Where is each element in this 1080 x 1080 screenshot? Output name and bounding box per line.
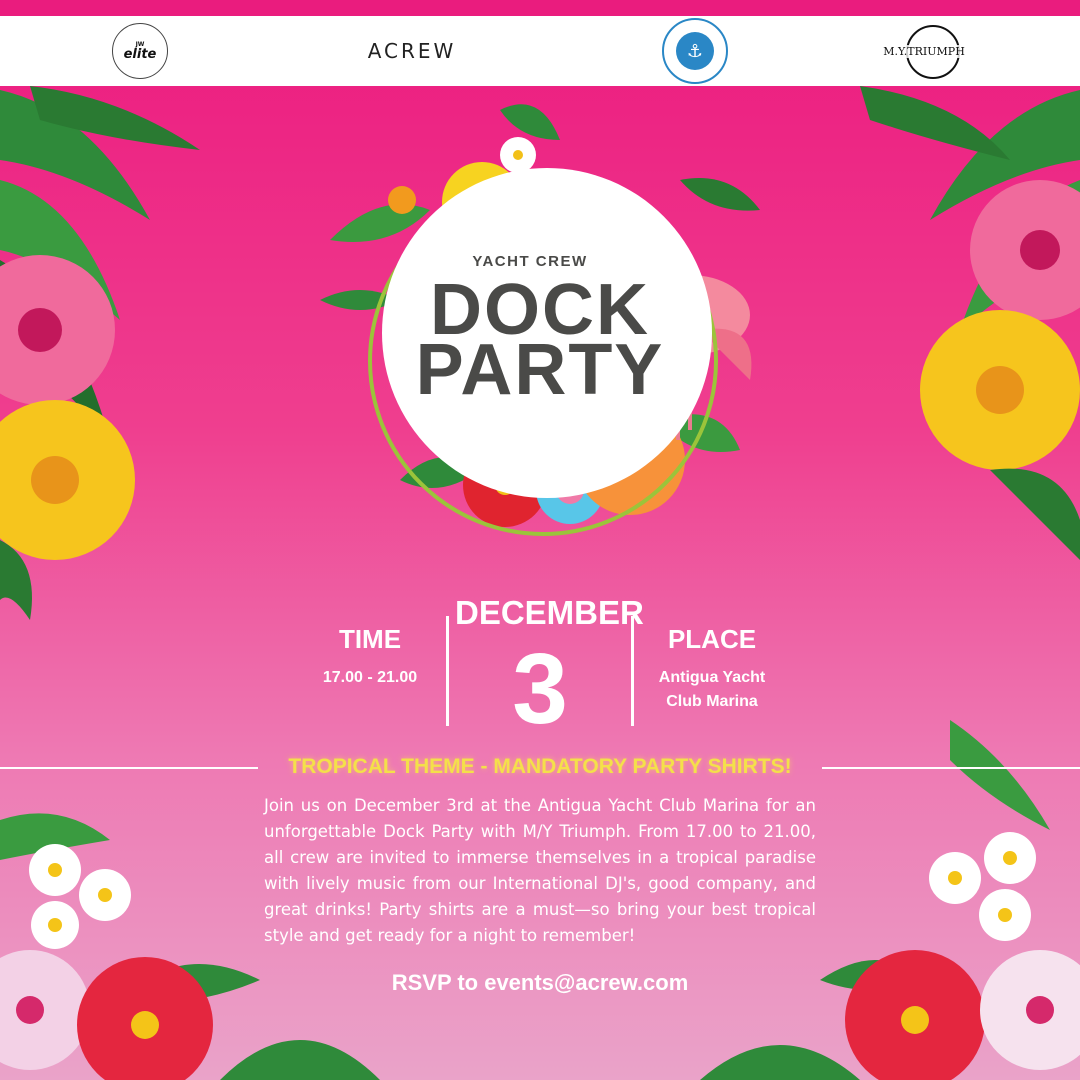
place-label: PLACE [667,624,757,654]
theme-rule-left [0,767,258,769]
hero-kicker: YACHT CREW [472,253,588,270]
event-month: DECEMBER [455,594,644,631]
triumph-logo-text: M.Y.TRIUMPH [883,44,965,58]
divider-left [446,616,449,726]
dock-party-poster: JW elite ACREW ⚓ M.Y.TRIUMPH YACHT CREW … [0,0,1080,1080]
place-value-line2: Club Marina [666,693,758,710]
jw-elite-logo: JW elite [110,16,170,86]
sponsor-logo-bar: JW elite ACREW ⚓ M.Y.TRIUMPH [0,16,1080,86]
place-value: Antigua Yacht Club Marina [630,666,794,714]
rsvp-line[interactable]: RSVP to events@acrew.com [340,970,740,996]
acrew-logo: ACREW [367,39,457,63]
hero-title-line2: PARTY [415,330,665,410]
hibiscus-right [920,180,1080,560]
theme-banner: TROPICAL THEME - MANDATORY PARTY SHIRTS! [288,755,792,778]
place-value-line1: Antigua Yacht [658,669,766,686]
time-value: 17.00 - 21.00 [322,669,418,686]
event-description: Join us on December 3rd at the Antigua Y… [264,796,816,945]
time-label: TIME [338,624,402,654]
elite-badge: JW elite [112,23,168,79]
event-day: 3 [512,633,568,745]
antigua-charter-yacht-meeting-logo: ⚓ [660,16,730,86]
theme-rule-right [822,767,1080,769]
elite-word-text: elite [123,47,157,62]
anchor-icon: ⚓ [676,32,714,70]
acyc-badge: ⚓ [662,18,728,84]
triumph-logo: M.Y.TRIUMPH [876,16,972,86]
